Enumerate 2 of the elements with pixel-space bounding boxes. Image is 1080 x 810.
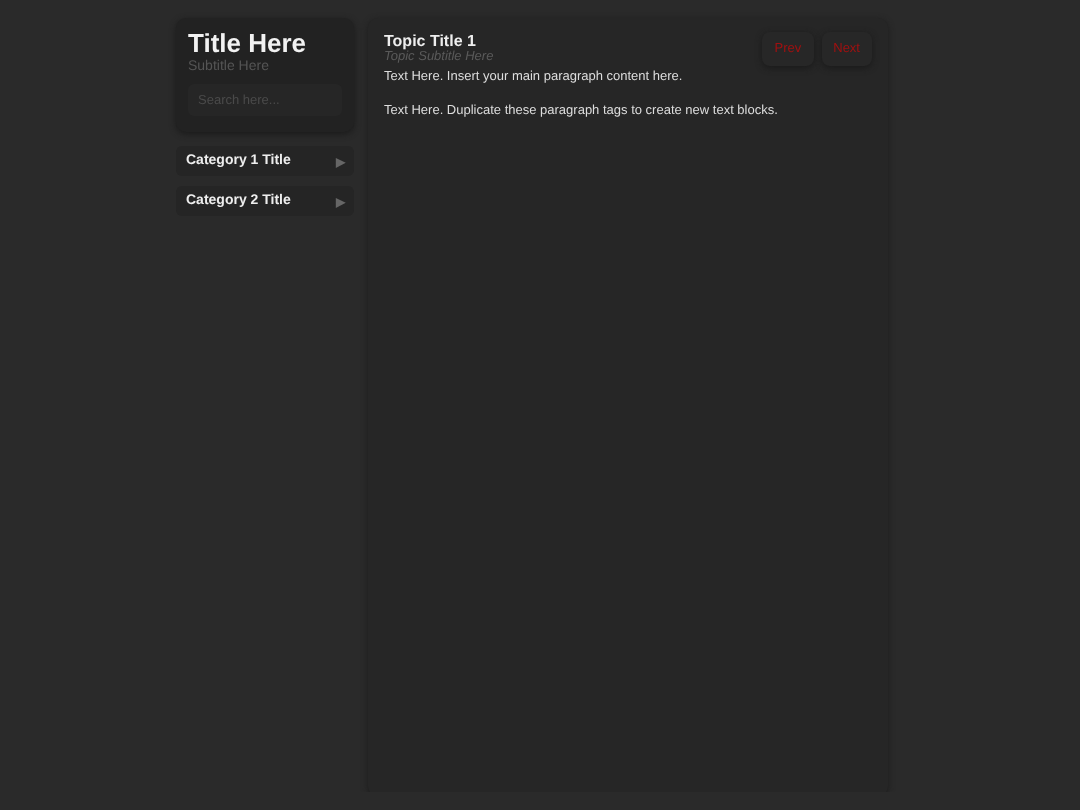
site-title: Title Here	[188, 28, 309, 58]
topic-title: Topic Title 1	[384, 32, 478, 50]
